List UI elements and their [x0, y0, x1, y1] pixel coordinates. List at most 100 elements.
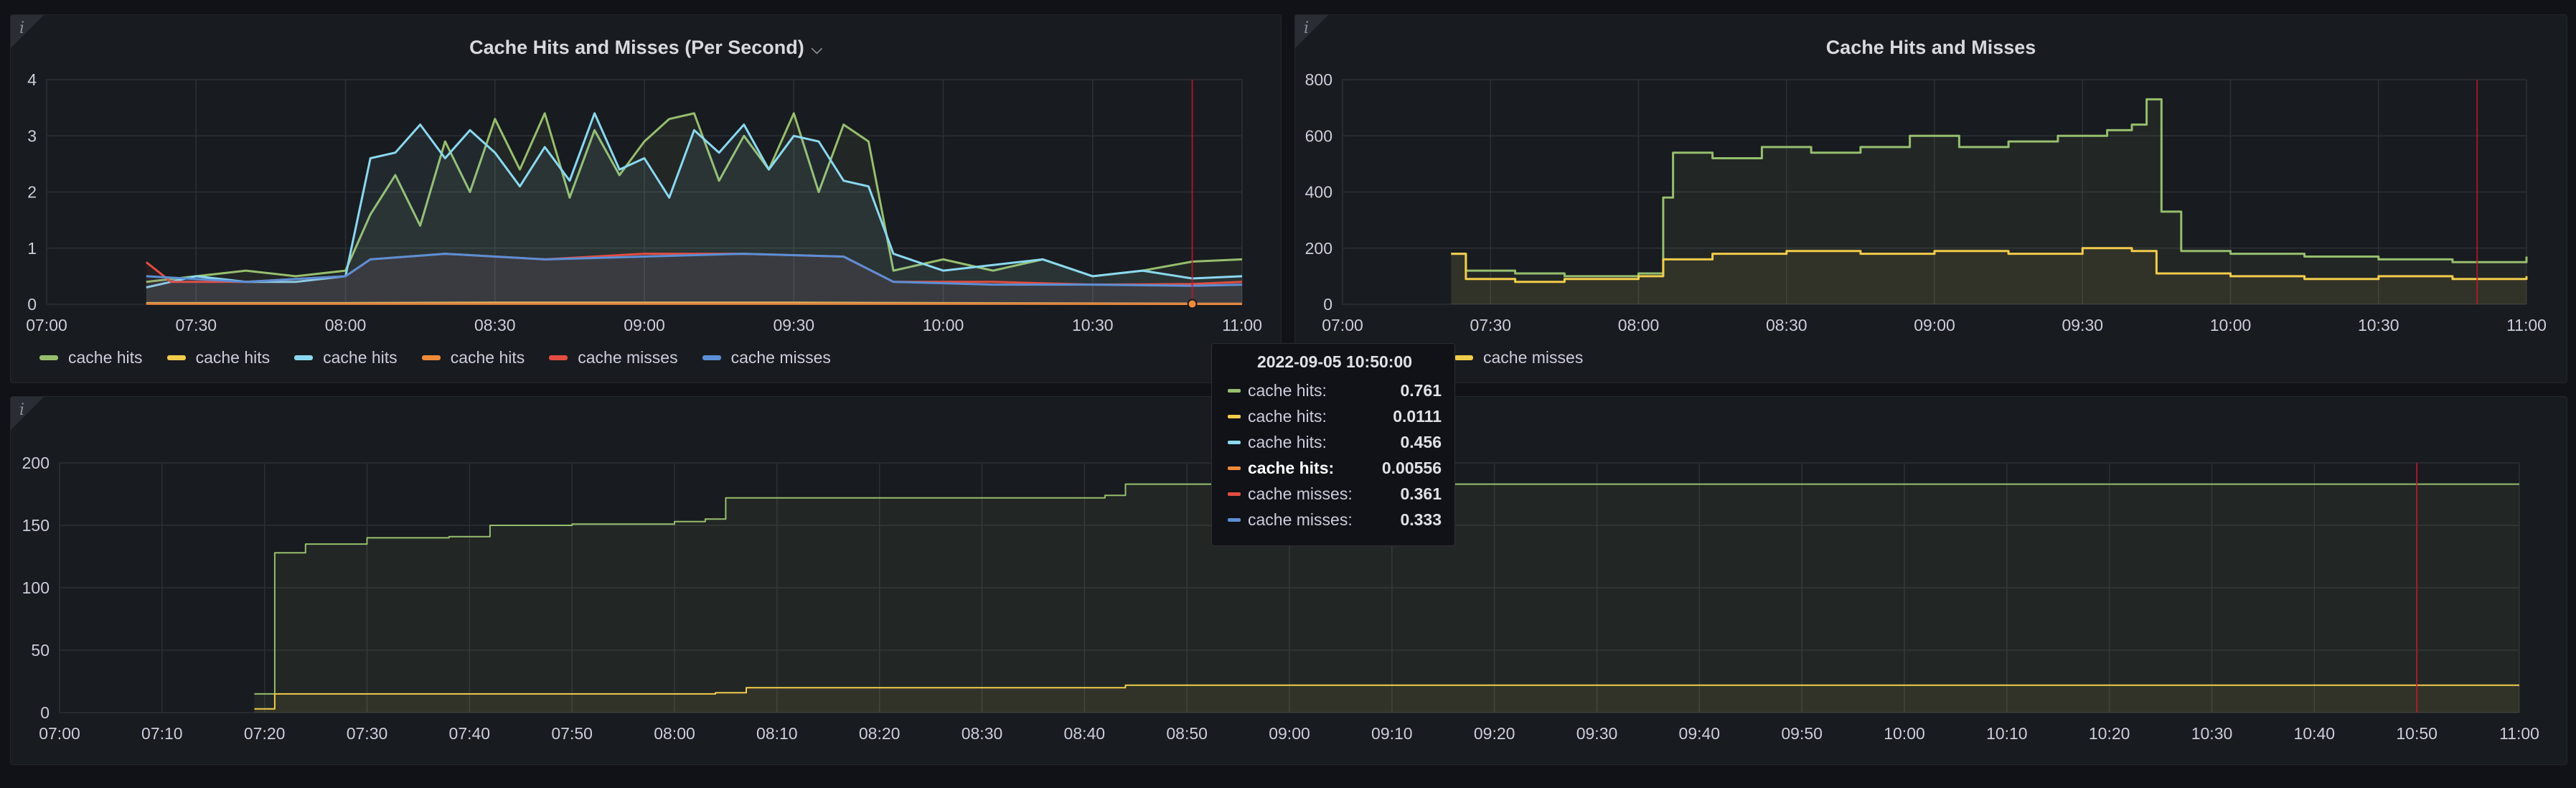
x-tick-label: 10:30	[2191, 724, 2233, 743]
legend-swatch	[294, 355, 314, 360]
tooltip-row: cache hits: 0.0111	[1228, 403, 1442, 429]
legend-item[interactable]: cache misses	[1454, 348, 1583, 367]
legend: cache hits cache hits cache hits cache hits…	[39, 348, 855, 367]
tooltip-row: cache hits: 0.761	[1228, 377, 1442, 403]
tooltip-row: cache misses: 0.333	[1228, 507, 1442, 533]
x-tick-label: 10:00	[2210, 316, 2252, 334]
y-tick-label: 200	[22, 454, 50, 472]
x-tick-label: 08:30	[474, 316, 516, 334]
legend-swatch	[549, 355, 568, 360]
legend-item[interactable]: cache misses	[549, 348, 678, 367]
x-tick-label: 10:30	[1072, 316, 1114, 334]
panel-cache-count[interactable]: i Cache Hits and Misses 0 200 400 600 800 07:…	[1294, 14, 2567, 383]
tooltip-rows: cache hits: 0.761 cache hits: 0.0111 cache h…	[1228, 377, 1442, 533]
x-tick-label: 07:30	[347, 724, 388, 743]
panel-cache-rate[interactable]: i Cache Hits and Misses (Per Second) ⌵ 01…	[10, 14, 1282, 383]
x-tick-label: 10:00	[923, 316, 964, 334]
legend-label: cache hits	[195, 348, 271, 367]
tooltip-label: cache hits:	[1248, 380, 1327, 400]
chart-count[interactable]: 0 200 400 600 800 07:00 07:30 08:00 08:30 09:00 09…	[1295, 15, 2568, 384]
x-tick-label: 07:50	[551, 724, 593, 743]
legend-swatch	[39, 355, 58, 360]
x-tick-label: 08:50	[1166, 724, 1208, 743]
x-tick-label: 07:00	[39, 724, 80, 743]
x-tick-label: 09:30	[2062, 316, 2103, 334]
x-tick-label: 10:10	[1986, 724, 2028, 743]
y-tick-label: 0	[1323, 295, 1332, 314]
tooltip-row: cache hits: 0.456	[1228, 429, 1442, 455]
x-tick-label: 09:30	[1576, 724, 1618, 743]
legend-swatch	[166, 355, 186, 360]
tooltip-value: 0.361	[1400, 484, 1442, 503]
x-tick-label: 10:40	[2294, 724, 2336, 743]
x-tick-label: 09:20	[1474, 724, 1515, 743]
tooltip-swatch	[1228, 414, 1241, 418]
x-tick-label: 10:00	[1884, 724, 1925, 743]
legend-label: cache hits	[68, 348, 143, 367]
legend-label: cache misses	[578, 348, 678, 367]
tooltip-swatch	[1228, 517, 1241, 522]
x-tick-label: 09:00	[624, 316, 665, 334]
tooltip-swatch	[1228, 388, 1241, 393]
y-tick-label: 1	[27, 239, 37, 258]
x-tick-label: 09:00	[1914, 316, 1955, 334]
x-tick-label: 11:00	[2499, 724, 2539, 743]
tooltip-label: cache hits:	[1248, 458, 1335, 477]
y-tick-label: 50	[31, 641, 50, 660]
x-tick-label: 08:00	[654, 724, 695, 743]
x-tick-label: 07:30	[175, 316, 217, 334]
legend-swatch	[421, 355, 441, 360]
y-tick-label: 2	[27, 183, 37, 202]
x-tick-label: 09:40	[1679, 724, 1721, 743]
legend-item[interactable]: cache misses	[702, 348, 831, 367]
hover-tooltip: 2022-09-05 10:50:00 cache hits: 0.761 cach…	[1211, 343, 1455, 546]
tooltip-swatch	[1228, 492, 1241, 496]
y-tick-label: 800	[1305, 70, 1332, 89]
y-tick-label: 200	[1305, 239, 1332, 258]
tooltip-swatch	[1228, 466, 1241, 470]
tooltip-value: 0.761	[1400, 380, 1442, 400]
x-tick-label: 08:20	[859, 724, 901, 743]
y-tick-label: 100	[22, 578, 50, 597]
legend-swatch	[702, 355, 721, 360]
y-tick-label: 400	[1305, 183, 1332, 202]
x-tick-label: 10:50	[2396, 724, 2438, 743]
x-tick-label: 08:00	[325, 316, 367, 334]
legend-swatch	[1454, 355, 1473, 360]
tooltip-row: cache misses: 0.361	[1228, 481, 1442, 507]
x-tick-label: 07:40	[449, 724, 491, 743]
y-tick-label: 0	[27, 295, 37, 314]
x-tick-label: 08:30	[1766, 316, 1808, 334]
tooltip-label: cache misses:	[1248, 484, 1353, 503]
legend-label: cache hits	[323, 348, 398, 367]
x-tick-label: 07:20	[244, 724, 286, 743]
x-tick-label: 11:00	[1222, 316, 1262, 334]
tooltip-label: cache hits:	[1248, 406, 1327, 426]
x-tick-label: 08:30	[962, 724, 1003, 743]
x-tick-label: 08:40	[1064, 724, 1106, 743]
legend-partial: cache misses	[1454, 348, 1607, 367]
x-tick-label: 09:50	[1781, 724, 1823, 743]
y-tick-label: 150	[22, 516, 50, 535]
tooltip-row: cache hits: 0.00556	[1228, 455, 1442, 481]
tooltip-swatch	[1228, 440, 1241, 444]
x-tick-label: 07:00	[1322, 316, 1363, 334]
tooltip-value: 0.333	[1400, 510, 1442, 529]
x-tick-label: 08:00	[1618, 316, 1660, 334]
legend-item[interactable]: cache hits	[421, 348, 525, 367]
legend-label: cache hits	[450, 348, 525, 367]
hover-point	[1187, 299, 1198, 309]
tooltip-label: cache hits:	[1248, 432, 1327, 451]
x-tick-label: 09:10	[1371, 724, 1413, 743]
chart-rate[interactable]: 0 1 2 3 4 07:00 07:30 08:00 08:30 09:00 09:30 10:00…	[11, 15, 1282, 384]
x-tick-label: 07:10	[141, 724, 183, 743]
y-tick-label: 600	[1305, 126, 1332, 145]
legend-label: cache misses	[730, 348, 831, 367]
y-tick-label: 3	[27, 126, 37, 145]
x-tick-label: 09:30	[773, 316, 814, 334]
legend-item[interactable]: cache hits	[166, 348, 271, 367]
tooltip-label: cache misses:	[1248, 510, 1353, 529]
legend-item[interactable]: cache hits	[294, 348, 398, 367]
legend-item[interactable]: cache hits	[39, 348, 143, 367]
y-tick-label: 0	[40, 703, 50, 722]
